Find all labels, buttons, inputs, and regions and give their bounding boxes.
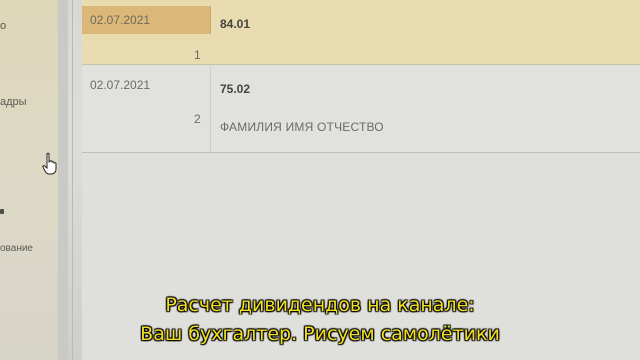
table-row[interactable]: 02.07.2021 75.02 2 ФАМИЛИЯ ИМЯ ОТЧЕСТВО <box>82 66 640 153</box>
sidebar-item-kadry[interactable]: адры <box>0 96 27 108</box>
hand-cursor-icon <box>42 152 57 175</box>
row-number: 1 <box>194 48 201 62</box>
subtitle-line-1: Расчет дивидендов на канале: <box>165 294 475 316</box>
table-row[interactable]: 02.07.2021 84.01 1 <box>82 0 640 65</box>
screen: о адры ование 02.07.2021 84.01 1 02.07.2… <box>0 0 640 360</box>
row-number: 2 <box>194 112 201 126</box>
bullet-icon <box>0 209 4 214</box>
date-cell-text: 02.07.2021 <box>90 13 151 27</box>
name-cell: ФАМИЛИЯ ИМЯ ОТЧЕСТВО <box>220 120 384 134</box>
amount-cell: 84.01 <box>220 17 251 31</box>
amount-cell: 75.02 <box>220 82 251 96</box>
subtitle-line-2: Ваш бухгалтер. Рисуем самолётики <box>140 323 500 345</box>
sidebar-item-3[interactable]: ование <box>0 243 33 254</box>
date-cell-text: 02.07.2021 <box>90 78 151 92</box>
column-divider <box>210 66 211 152</box>
sidebar-item-1[interactable]: о <box>0 20 6 32</box>
